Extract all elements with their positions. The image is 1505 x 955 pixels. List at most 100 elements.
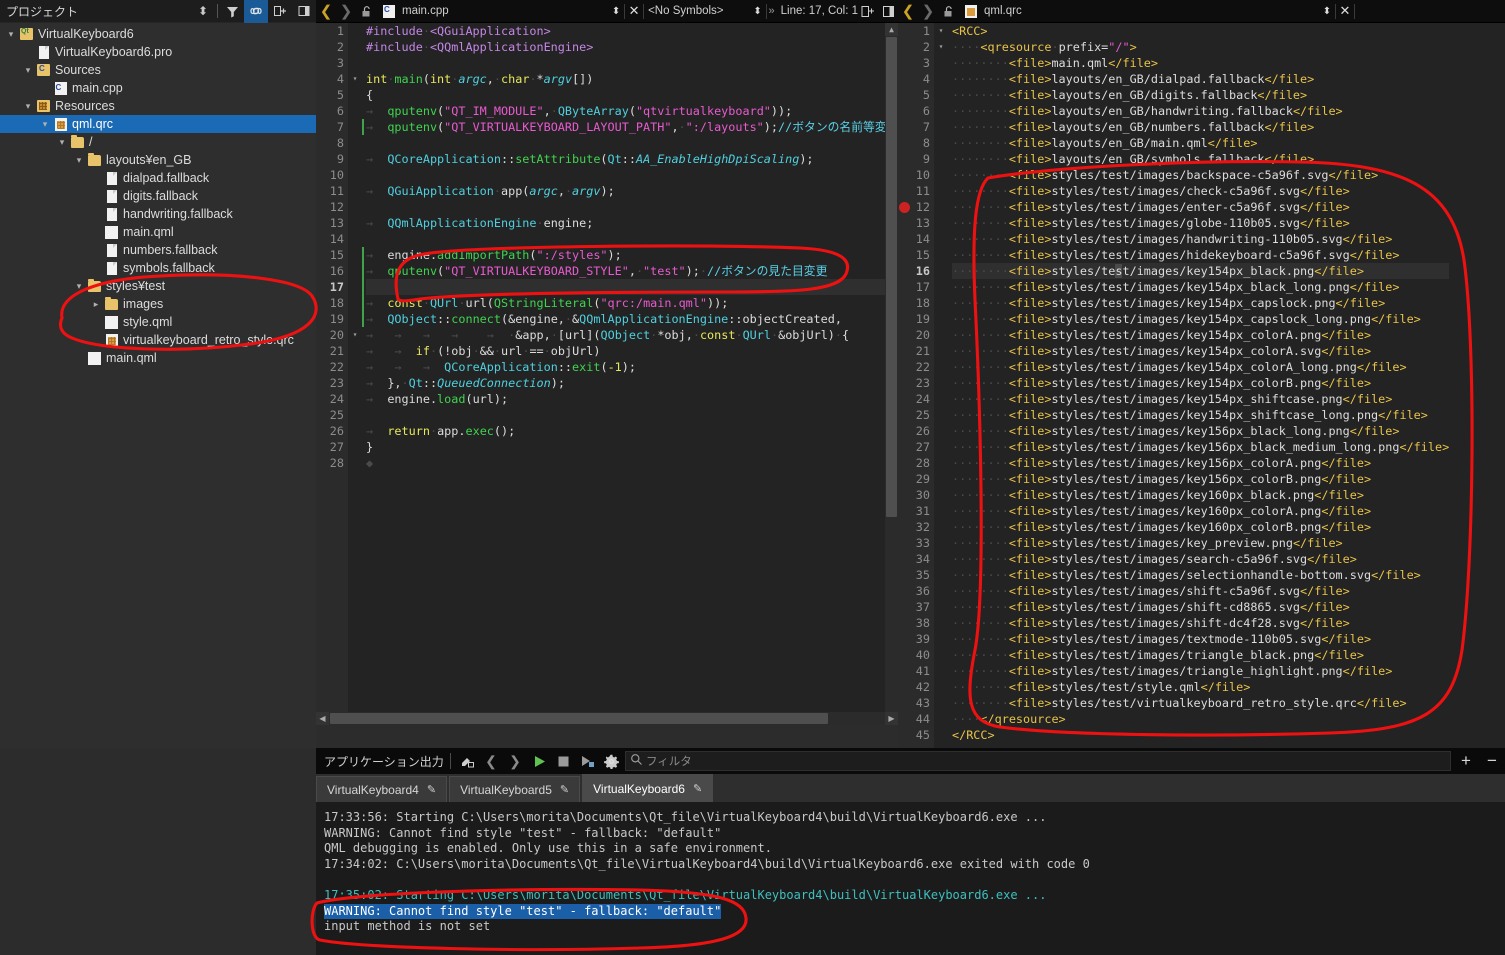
- project-tree[interactable]: ▾VirtualKeyboard6▾VirtualKeyboard6.pro▾S…: [0, 23, 316, 367]
- chevron-down-icon[interactable]: ▾: [38, 119, 52, 130]
- maximize-editor-icon[interactable]: [878, 5, 898, 18]
- file-icon: [103, 243, 120, 257]
- line-number: 26: [915, 424, 930, 438]
- tree-item-dialpad-fallback[interactable]: ▾dialpad.fallback: [0, 169, 316, 187]
- horizontal-scrollbar-cpp[interactable]: ◀ ▶: [316, 712, 898, 725]
- tree-item-sources[interactable]: ▾ Sources: [0, 61, 316, 79]
- tree-item-resources[interactable]: ▾ Resources: [0, 97, 316, 115]
- tree-item-main-cpp[interactable]: ▾main.cpp: [0, 79, 316, 97]
- symbol-spin-icon[interactable]: ⬍: [750, 6, 766, 17]
- output-tab-bar[interactable]: VirtualKeyboard4 ✎ VirtualKeyboard5 ✎ Virtua…: [316, 774, 1505, 802]
- output-filter-field[interactable]: フィルタ: [625, 751, 1451, 771]
- lock-icon[interactable]: [356, 5, 378, 18]
- nav-forward-icon[interactable]: ❯: [918, 2, 938, 20]
- code-view-main-cpp[interactable]: 1 2 3 4 5 6 7 8 9 10 11 12 13 14 15 16 17 18 19 20 21 22 23 24 2…: [316, 23, 898, 725]
- code-line: ········<file>styles/test/images/triangl…: [952, 664, 1393, 678]
- code-line: → engine.addImportPath(":/styles");: [366, 248, 622, 262]
- fold-toggle-icon[interactable]: ▾: [348, 71, 362, 87]
- tree-item-virtualkeyboard6[interactable]: ▾ VirtualKeyboard6: [0, 25, 316, 43]
- symbol-selector[interactable]: <No Symbols>: [644, 5, 727, 17]
- tree-item-numbers-fallback[interactable]: ▾numbers.fallback: [0, 241, 316, 259]
- split-editor-icon[interactable]: [858, 5, 878, 18]
- tree-item-main-qml[interactable]: ▾main.qml: [0, 349, 316, 367]
- tree-item-qml-qrc[interactable]: ▾ qml.qrc: [0, 115, 316, 133]
- output-tab-virtualkeyboard5[interactable]: VirtualKeyboard5 ✎: [449, 776, 581, 802]
- settings-gear-icon[interactable]: [599, 748, 623, 774]
- output-tab-virtualkeyboard4[interactable]: VirtualKeyboard4 ✎: [316, 776, 448, 802]
- code-line: ········<file>styles/test/images/textmod…: [952, 632, 1372, 646]
- sort-toggle-icon[interactable]: ⬍: [191, 0, 215, 23]
- editor-qrc-filename[interactable]: qml.qrc: [982, 5, 1022, 17]
- code-line: ········<file>styles/test/images/key154p…: [952, 344, 1372, 358]
- scrollbar-thumb[interactable]: [886, 37, 897, 517]
- file-selector-spin-icon[interactable]: ⬍: [1319, 6, 1335, 17]
- tree-item-main-qml[interactable]: ▾main.qml: [0, 223, 316, 241]
- tree-item-digits-fallback[interactable]: ▾digits.fallback: [0, 187, 316, 205]
- output-log-text[interactable]: 17:33:56: Starting C:\Users\morita\Docum…: [316, 802, 1505, 955]
- tree-item--[interactable]: ▾ /: [0, 133, 316, 151]
- chevron-right-icon[interactable]: ▸: [89, 299, 103, 310]
- tree-item-layouts-en-gb[interactable]: ▾ layouts¥en_GB: [0, 151, 316, 169]
- pencil-icon[interactable]: ✎: [693, 782, 702, 795]
- chevron-down-icon[interactable]: ▾: [72, 155, 86, 166]
- fold-column-cpp[interactable]: ▾ ▾: [348, 23, 362, 725]
- close-file-icon[interactable]: ✕: [1336, 3, 1354, 19]
- chevron-down-icon[interactable]: ▾: [55, 137, 69, 148]
- tree-item-symbols-fallback[interactable]: ▾symbols.fallback: [0, 259, 316, 277]
- tree-item-style-qml[interactable]: ▾style.qml: [0, 313, 316, 331]
- fold-toggle-icon[interactable]: ▾: [934, 39, 948, 55]
- filter-icon[interactable]: [220, 0, 244, 23]
- sidebar-toggle-icon[interactable]: [292, 0, 316, 23]
- tree-item-virtualkeyboard6-pro[interactable]: ▾VirtualKeyboard6.pro: [0, 43, 316, 61]
- pencil-icon[interactable]: ✎: [560, 783, 569, 796]
- breakpoint-dot[interactable]: [899, 202, 910, 213]
- vertical-scrollbar-cpp[interactable]: ▲ ▼: [885, 23, 898, 725]
- qml-icon: [103, 225, 120, 239]
- fold-toggle-icon[interactable]: ▾: [934, 23, 948, 39]
- nav-back-icon[interactable]: ❮: [898, 2, 918, 20]
- file-selector-spin-icon[interactable]: ⬍: [608, 6, 624, 17]
- chevron-down-icon[interactable]: ▾: [21, 101, 35, 112]
- scroll-up-arrow[interactable]: ▲: [885, 23, 898, 36]
- run-icon[interactable]: [527, 748, 551, 774]
- line-number: 21: [915, 344, 930, 358]
- next-item-icon[interactable]: ❯: [503, 748, 527, 774]
- output-tab-virtualkeyboard6[interactable]: VirtualKeyboard6 ✎: [582, 774, 714, 802]
- code-line: ········<file>styles/test/images/key156p…: [952, 456, 1372, 470]
- code-view-qml-qrc[interactable]: 1 2 3 4 5 6 7 8 9 10 11 12 13 14 15 16 17 18 19 20 21 22 23 24 2…: [898, 23, 1505, 748]
- tree-item-virtualkeyboard-retro-style-qrc[interactable]: ▾virtualkeyboard_retro_style.qrc: [0, 331, 316, 349]
- zoom-in-button[interactable]: +: [1453, 748, 1479, 774]
- fold-toggle-icon[interactable]: ▾: [348, 327, 362, 343]
- expand-all-icon[interactable]: [268, 0, 292, 23]
- pencil-icon[interactable]: ✎: [427, 783, 436, 796]
- close-file-icon[interactable]: ✕: [625, 3, 643, 19]
- chevron-down-icon[interactable]: ▾: [4, 29, 18, 40]
- chevron-down-icon[interactable]: ▾: [72, 281, 86, 292]
- chevron-down-icon[interactable]: ▾: [21, 65, 35, 76]
- overflow-chevrons-icon[interactable]: »: [767, 5, 777, 17]
- editor-cpp-filename[interactable]: main.cpp: [400, 5, 449, 17]
- nav-back-icon[interactable]: ❮: [316, 2, 336, 20]
- tree-item-styles-test[interactable]: ▾ styles¥test: [0, 277, 316, 295]
- code-line: ········<file>main.qml</file>: [952, 56, 1158, 70]
- zoom-out-button[interactable]: −: [1479, 748, 1505, 774]
- tree-item-images[interactable]: ▸ images: [0, 295, 316, 313]
- fold-column-qrc[interactable]: ▾ ▾: [934, 23, 948, 748]
- scroll-right-arrow[interactable]: ▶: [885, 712, 898, 725]
- stop-icon[interactable]: [551, 748, 575, 774]
- scroll-left-arrow[interactable]: ◀: [316, 712, 329, 725]
- tree-item-handwriting-fallback[interactable]: ▾handwriting.fallback: [0, 205, 316, 223]
- attach-debugger-icon[interactable]: [575, 748, 599, 774]
- prev-item-icon[interactable]: ❮: [479, 748, 503, 774]
- tree-item-label: style.qml: [123, 315, 173, 329]
- lock-icon[interactable]: [938, 5, 960, 18]
- clear-output-icon[interactable]: [455, 748, 479, 774]
- nav-forward-icon[interactable]: ❯: [336, 2, 356, 20]
- link-with-editor-icon[interactable]: [244, 0, 268, 23]
- scrollbar-thumb[interactable]: [330, 713, 828, 724]
